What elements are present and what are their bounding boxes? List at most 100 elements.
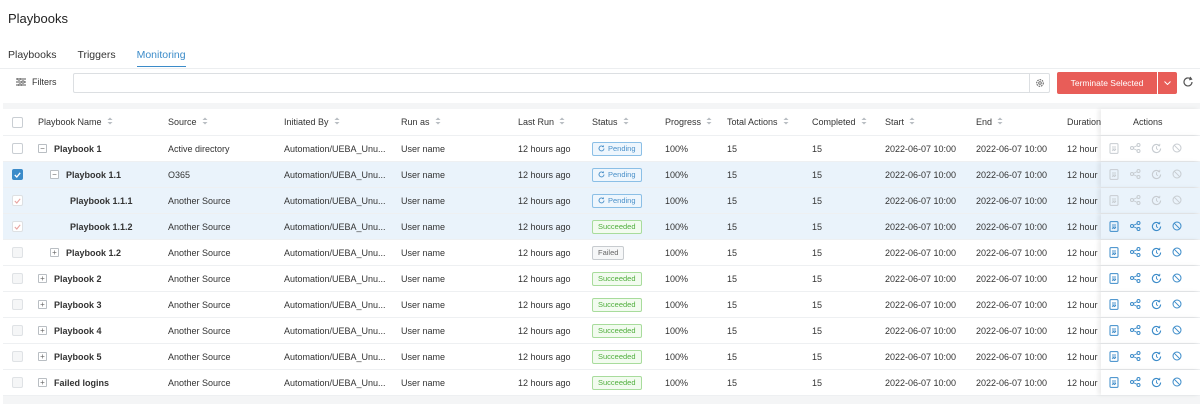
history-icon[interactable] <box>1151 377 1163 389</box>
playbook-name[interactable]: Playbook 2 <box>54 274 102 284</box>
table-row[interactable]: − Playbook 1 Active directory Automation/UE… <box>3 136 1200 162</box>
refresh-button[interactable] <box>1182 76 1194 90</box>
report-icon[interactable] <box>1109 247 1121 259</box>
history-icon[interactable] <box>1151 247 1163 259</box>
expand-toggle-icon[interactable]: + <box>38 352 47 361</box>
last-run-cell: 12 hours ago <box>518 325 571 336</box>
col-header-start[interactable]: Start <box>885 109 975 135</box>
table-row[interactable]: + Playbook 4 Another Source Automation/UEBA… <box>3 318 1200 344</box>
duration-cell: 12 hour <box>1067 351 1098 362</box>
history-icon[interactable] <box>1151 273 1163 285</box>
select-all-cell <box>12 109 26 135</box>
stop-icon[interactable] <box>1172 325 1184 337</box>
expand-toggle-icon[interactable]: + <box>50 248 59 257</box>
table-row[interactable]: Playbook 1.1.2 Another Source Automation/U… <box>3 214 1200 240</box>
col-header-progress[interactable]: Progress <box>665 109 725 135</box>
row-checkbox[interactable] <box>12 169 23 180</box>
row-checkbox[interactable] <box>12 273 23 284</box>
table-container: Playbook Name Source Initiated By Run as… <box>3 103 1200 404</box>
col-header-status[interactable]: Status <box>592 109 662 135</box>
select-all-checkbox[interactable] <box>12 116 23 128</box>
report-icon[interactable] <box>1109 325 1121 337</box>
stop-icon[interactable] <box>1172 247 1184 259</box>
stop-icon[interactable] <box>1172 351 1184 363</box>
row-checkbox[interactable] <box>12 351 23 362</box>
playbook-name[interactable]: Failed logins <box>54 378 109 388</box>
tab-playbooks[interactable]: Playbooks <box>8 49 56 67</box>
collapse-toggle-icon[interactable]: − <box>38 144 47 153</box>
history-icon[interactable] <box>1151 221 1163 233</box>
table-row[interactable]: + Playbook 1.2 Another Source Automation/UE… <box>3 240 1200 266</box>
playbook-name[interactable]: Playbook 1.2 <box>66 248 121 258</box>
workflow-icon[interactable] <box>1130 351 1142 363</box>
collapse-toggle-icon[interactable]: − <box>50 170 59 179</box>
report-icon[interactable] <box>1109 351 1121 363</box>
stop-icon[interactable] <box>1172 273 1184 285</box>
playbook-name[interactable]: Playbook 1 <box>54 144 102 154</box>
report-icon[interactable] <box>1109 273 1121 285</box>
playbook-name[interactable]: Playbook 4 <box>54 326 102 336</box>
col-header-source[interactable]: Source <box>168 109 278 135</box>
tab-triggers[interactable]: Triggers <box>77 49 115 67</box>
col-header-last-run[interactable]: Last Run <box>518 109 588 135</box>
workflow-icon[interactable] <box>1130 273 1142 285</box>
expand-toggle-icon[interactable]: + <box>38 300 47 309</box>
playbook-name[interactable]: Playbook 1.1.2 <box>70 222 133 232</box>
history-icon[interactable] <box>1151 351 1163 363</box>
terminate-selected-button[interactable]: Terminate Selected <box>1057 72 1157 94</box>
row-checkbox[interactable] <box>12 143 23 154</box>
col-header-end[interactable]: End <box>976 109 1066 135</box>
workflow-icon[interactable] <box>1130 377 1142 389</box>
playbook-name[interactable]: Playbook 1.1.1 <box>70 196 133 206</box>
col-header-completed[interactable]: Completed <box>812 109 882 135</box>
workflow-icon[interactable] <box>1130 221 1142 233</box>
playbook-name[interactable]: Playbook 3 <box>54 300 102 310</box>
playbook-name[interactable]: Playbook 1.1 <box>66 170 121 180</box>
workflow-icon[interactable] <box>1130 247 1142 259</box>
initiated-by-cell: Automation/UEBA_Unu... <box>284 273 386 284</box>
progress-cell: 100% <box>665 351 689 362</box>
table-row[interactable]: + Playbook 3 Another Source Automation/UEBA… <box>3 292 1200 318</box>
terminate-options-button[interactable] <box>1158 72 1177 94</box>
workflow-icon[interactable] <box>1130 299 1142 311</box>
total-actions-cell: 15 <box>727 377 738 388</box>
history-icon[interactable] <box>1151 299 1163 311</box>
table-row[interactable]: − Playbook 1.1 O365 Automation/UEBA_Unu... U… <box>3 162 1200 188</box>
table-row[interactable]: + Playbook 2 Another Source Automation/UEBA… <box>3 266 1200 292</box>
report-icon[interactable] <box>1109 221 1121 233</box>
row-checkbox[interactable] <box>12 195 23 206</box>
expand-toggle-icon[interactable]: + <box>38 326 47 335</box>
col-header-duration[interactable]: Duration <box>1067 109 1101 135</box>
run-as-cell: User name <box>401 169 446 180</box>
workflow-icon[interactable] <box>1130 325 1142 337</box>
table-row[interactable]: + Playbook 5 Another Source Automation/UEBA… <box>3 344 1200 370</box>
table-row[interactable]: + Failed logins Another Source Automation/U… <box>3 370 1200 396</box>
stop-icon[interactable] <box>1172 221 1184 233</box>
expand-toggle-icon[interactable]: + <box>38 378 47 387</box>
status-cell: Succeeded <box>592 344 662 369</box>
table-row[interactable]: Playbook 1.1.1 Another Source Automation/U… <box>3 188 1200 214</box>
search-input[interactable] <box>74 74 1031 92</box>
col-header-initiated-by[interactable]: Initiated By <box>284 109 394 135</box>
row-checkbox[interactable] <box>12 221 23 232</box>
expand-toggle-icon[interactable]: + <box>38 274 47 283</box>
row-checkbox[interactable] <box>12 377 23 388</box>
report-icon[interactable] <box>1109 299 1121 311</box>
row-checkbox[interactable] <box>12 247 23 258</box>
row-checkbox[interactable] <box>12 325 23 336</box>
report-icon[interactable] <box>1109 377 1121 389</box>
row-checkbox[interactable] <box>12 299 23 310</box>
initiated-by-cell: Automation/UEBA_Unu... <box>284 351 386 362</box>
filter-lines-icon <box>16 78 26 86</box>
playbook-name[interactable]: Playbook 5 <box>54 352 102 362</box>
col-header-total-actions[interactable]: Total Actions <box>727 109 807 135</box>
col-header-run-as[interactable]: Run as <box>401 109 511 135</box>
stop-icon[interactable] <box>1172 299 1184 311</box>
col-header-name[interactable]: Playbook Name <box>38 109 166 135</box>
tab-monitoring[interactable]: Monitoring <box>136 49 186 67</box>
filters-button[interactable]: Filters <box>16 77 57 87</box>
total-actions-cell: 15 <box>727 195 738 206</box>
history-icon[interactable] <box>1151 325 1163 337</box>
search-settings-button[interactable] <box>1029 74 1049 92</box>
stop-icon[interactable] <box>1172 377 1184 389</box>
